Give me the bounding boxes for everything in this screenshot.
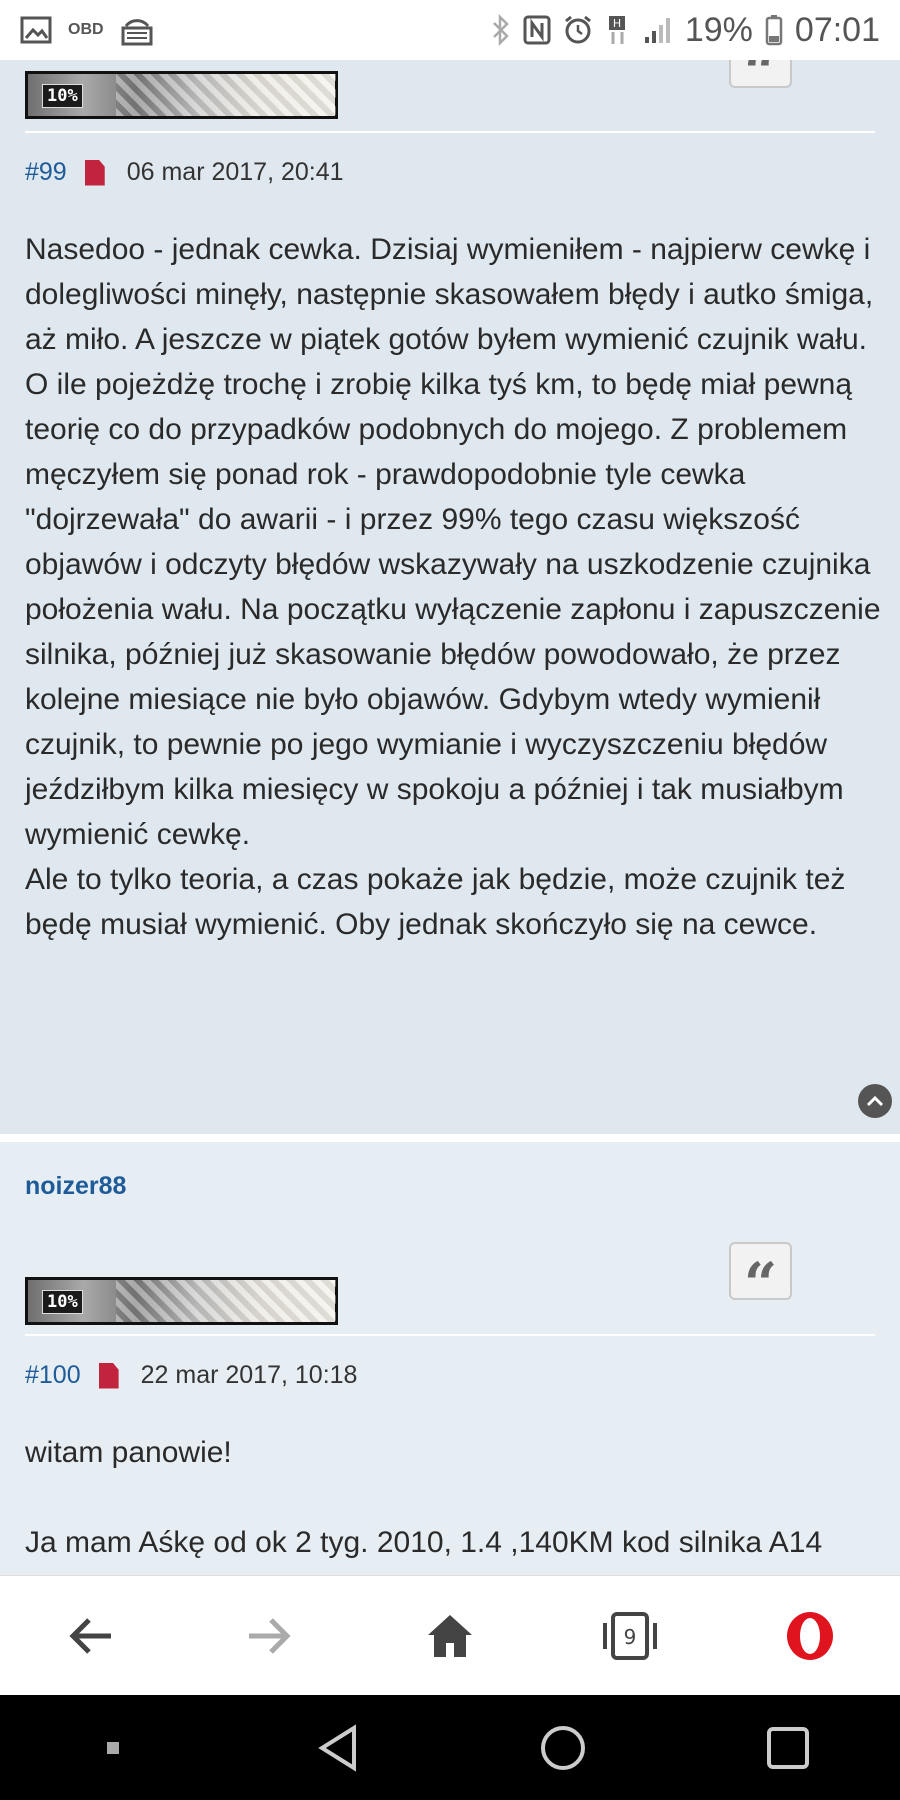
post-author[interactable]: noizer88 [25,1172,126,1201]
post-greeting: witam panowie! [25,1436,232,1469]
post-divider [25,1334,875,1336]
scroll-to-top-button[interactable] [858,1084,892,1118]
post: noizer88 “ 10% #100 22 mar 2017, 10:18 w… [0,1142,900,1575]
post: 10% “ #99 06 mar 2017, 20:41 Nasedoo - j… [0,60,900,1134]
alarm-icon [563,15,593,45]
rank-bar: 10% [25,1277,338,1325]
rank-bar: 10% [25,71,338,119]
nav-recents-button[interactable] [748,1708,828,1788]
rank-pattern [116,74,336,116]
battery-icon [765,14,783,46]
post-meta: #100 22 mar 2017, 10:18 [25,1361,357,1390]
tabs-count: 9 [623,1624,637,1649]
chevron-up-icon [866,1095,884,1107]
post-date: 06 mar 2017, 20:41 [126,158,344,186]
clock: 07:01 [794,10,880,49]
post-paragraph: Ale to tylko teoria, a czas pokaże jak b… [25,863,846,941]
rank-pattern [116,1280,336,1322]
image-icon [20,16,52,44]
opera-menu-button[interactable] [765,1591,855,1681]
system-navigation-bar [0,1695,900,1800]
arrow-left-icon [69,1617,111,1654]
triangle-back-icon [317,1723,356,1772]
arrow-right-icon [249,1617,291,1654]
quote-button[interactable]: “ [729,60,792,101]
svg-text:H: H [613,17,621,30]
post-body: Ja mam Aśkę od ok 2 tyg. 2010, 1.4 ,140K… [25,1526,823,1575]
browser-toolbar: 9 [0,1575,900,1695]
post-divider [25,131,875,133]
square-dot-icon [106,1741,119,1754]
home-button[interactable] [405,1591,495,1681]
tabs-button[interactable]: 9 [585,1591,675,1681]
circle-home-icon [540,1725,585,1770]
forum-thread: 10% “ #99 06 mar 2017, 20:41 Nasedoo - j… [0,60,900,1575]
square-recents-icon [766,1726,809,1769]
post-separator [0,1134,900,1142]
bluetooth-icon [491,14,511,46]
recent-dot-button[interactable] [73,1708,153,1788]
obd-icon: OBD [68,21,104,38]
post-paragraph: Nasedoo - jednak cewka. Dzisiaj wymienił… [25,233,874,356]
battery-percent: 19% [684,10,753,49]
nav-home-button[interactable] [523,1708,603,1788]
opera-logo-icon [787,1611,833,1660]
quote-button[interactable]: “ [729,1242,792,1313]
post-number-link[interactable]: #99 [25,158,67,187]
post-number-link[interactable]: #100 [25,1361,81,1390]
signal-icon [643,15,673,45]
quote-icon: “ [743,1250,778,1318]
radio-icon [120,14,154,46]
document-icon[interactable] [98,1362,119,1389]
back-button[interactable] [45,1591,135,1681]
post-date: 22 mar 2017, 10:18 [140,1361,358,1389]
status-bar: OBD H 19% 07:01 [0,0,900,60]
home-icon [428,1614,472,1657]
rank-percent: 10% [42,84,83,108]
post-body: Nasedoo - jednak cewka. Dzisiaj wymienił… [25,227,885,947]
quote-icon: “ [743,60,778,106]
forward-button[interactable] [225,1591,315,1681]
rank-percent: 10% [42,1290,83,1314]
post-meta: #99 06 mar 2017, 20:41 [25,158,344,187]
post-paragraph: O ile pojeżdżę trochę i zrobię kilka tyś… [25,368,881,851]
document-icon[interactable] [84,159,105,186]
nav-back-button[interactable] [298,1708,378,1788]
data-icon: H [605,14,631,46]
nfc-icon [523,15,551,45]
